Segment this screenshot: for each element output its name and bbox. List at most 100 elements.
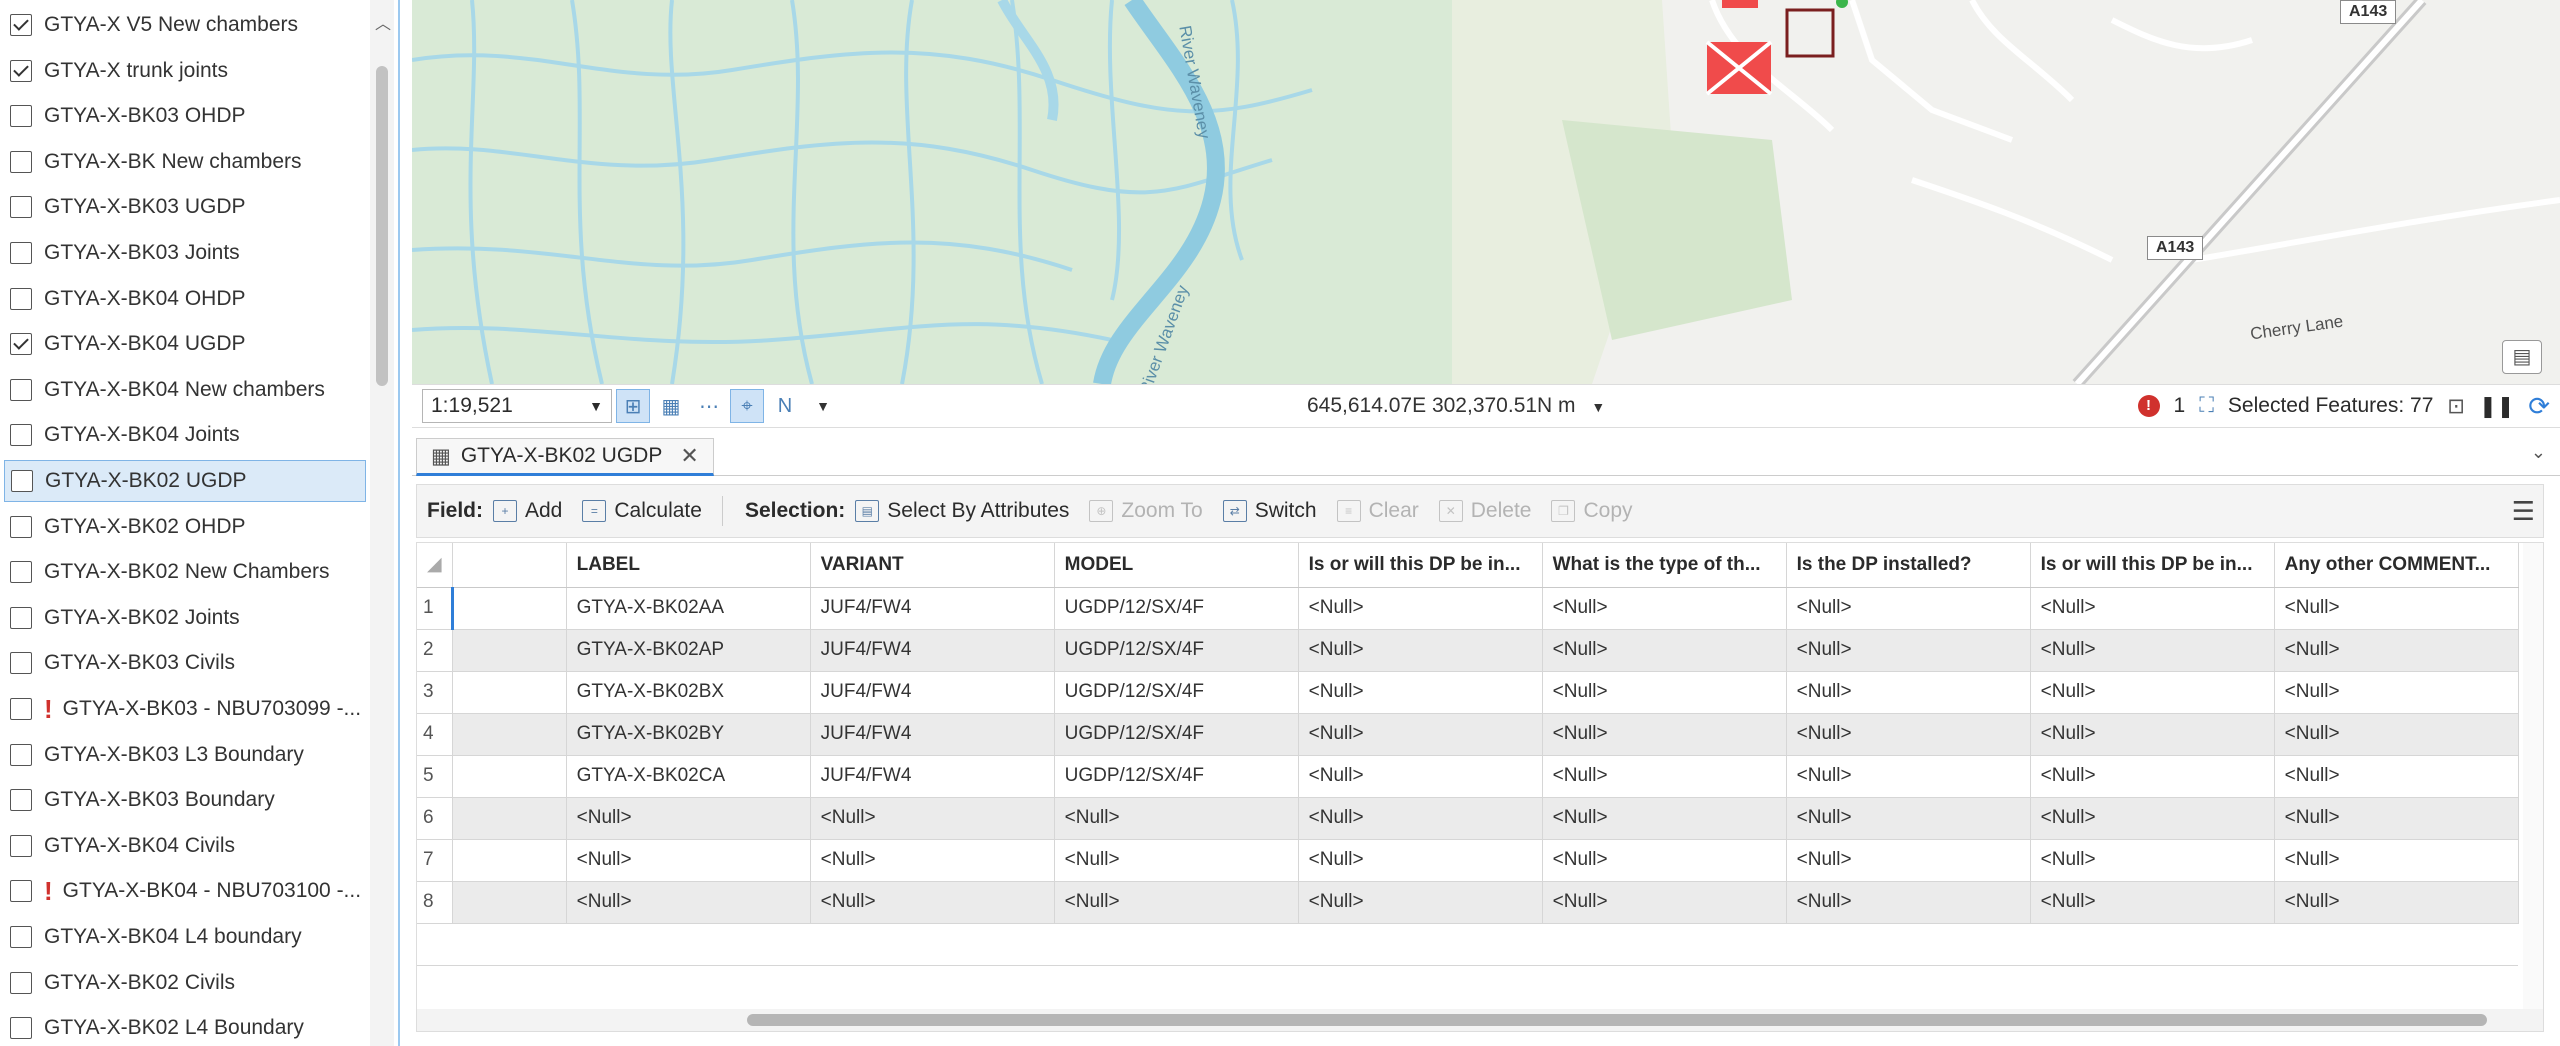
- table-cell[interactable]: <Null>: [1542, 713, 1787, 756]
- table-cell[interactable]: <Null>: [1298, 629, 1543, 672]
- table-cell[interactable]: <Null>: [1298, 587, 1543, 630]
- chevron-down-icon[interactable]: ⌄: [2531, 442, 2546, 463]
- layer-visibility-checkbox[interactable]: [10, 743, 32, 766]
- layer-visibility-checkbox[interactable]: [10, 242, 32, 264]
- table-cell[interactable]: JUF4/FW4: [810, 671, 1055, 714]
- table-cell[interactable]: <Null>: [1786, 797, 2031, 840]
- layer-item[interactable]: GTYA-X-BK04 L4 boundary: [4, 916, 366, 958]
- select-all-corner[interactable]: ◢: [417, 543, 453, 588]
- layer-visibility-checkbox[interactable]: [10, 105, 32, 128]
- zoom-to-button[interactable]: ⊕ Zoom To: [1089, 499, 1203, 523]
- column-header[interactable]: Is the DP installed?: [1786, 543, 2031, 588]
- layer-visibility-checkbox[interactable]: [10, 14, 32, 36]
- copy-button[interactable]: ❐ Copy: [1551, 499, 1633, 523]
- table-cell[interactable]: <Null>: [2030, 839, 2275, 882]
- layer-item[interactable]: GTYA-X-BK03 UGDP: [4, 186, 366, 228]
- table-cell[interactable]: <Null>: [1542, 839, 1787, 882]
- table-cell[interactable]: <Null>: [2030, 755, 2275, 798]
- refresh-icon[interactable]: ⟳: [2528, 391, 2550, 422]
- table-horizontal-scrollbar[interactable]: [417, 1009, 2543, 1031]
- table-cell[interactable]: <Null>: [1542, 629, 1787, 672]
- table-cell[interactable]: <Null>: [566, 839, 811, 882]
- layer-item[interactable]: GTYA-X-BK03 Joints: [4, 232, 366, 274]
- table-cell[interactable]: <Null>: [2274, 839, 2519, 882]
- layer-item[interactable]: GTYA-X-BK03 OHDP: [4, 95, 366, 137]
- layer-item[interactable]: GTYA-X-BK04 OHDP: [4, 278, 366, 320]
- layer-list-scrollbar[interactable]: ︿: [370, 0, 394, 1046]
- scroll-thumb[interactable]: [747, 1014, 2487, 1026]
- layer-visibility-checkbox[interactable]: [10, 59, 32, 82]
- layer-visibility-checkbox[interactable]: [10, 652, 32, 675]
- table-cell[interactable]: JUF4/FW4: [810, 755, 1055, 798]
- layer-item[interactable]: GTYA-X-BK03 L3 Boundary: [4, 734, 366, 776]
- table-row[interactable]: 1 GTYA-X-BK02AA JUF4/FW4 UGDP/12/SX/4F <Null…: [417, 587, 2519, 630]
- table-cell[interactable]: <Null>: [2274, 587, 2519, 630]
- table-cell[interactable]: <Null>: [1542, 797, 1787, 840]
- layer-visibility-checkbox[interactable]: [11, 470, 33, 492]
- table-cell[interactable]: GTYA-X-BK02AP: [566, 629, 811, 672]
- table-cell[interactable]: <Null>: [2274, 755, 2519, 798]
- chevron-down-icon[interactable]: ▼: [1591, 399, 1605, 415]
- table-cell[interactable]: <Null>: [810, 881, 1055, 924]
- tab-attribute-table[interactable]: ▦ GTYA-X-BK02 UGDP ✕: [416, 438, 714, 476]
- table-cell[interactable]: UGDP/12/SX/4F: [1054, 713, 1299, 756]
- table-cell[interactable]: <Null>: [1298, 797, 1543, 840]
- layer-item[interactable]: GTYA-X V5 New chambers: [4, 4, 366, 46]
- row-selector[interactable]: [452, 629, 567, 672]
- column-header[interactable]: MODEL: [1054, 543, 1299, 588]
- table-cell[interactable]: GTYA-X-BK02BX: [566, 671, 811, 714]
- table-cell[interactable]: <Null>: [2030, 671, 2275, 714]
- clear-selection-button[interactable]: ≡ Clear: [1336, 499, 1419, 523]
- layer-item[interactable]: ! GTYA-X-BK04 - NBU703100 -...: [4, 870, 366, 912]
- menu-icon[interactable]: ☰: [2512, 496, 2535, 527]
- table-row[interactable]: 5 GTYA-X-BK02CA JUF4/FW4 UGDP/12/SX/4F <Null…: [417, 755, 2519, 798]
- layer-visibility-checkbox[interactable]: [10, 561, 32, 584]
- layer-item[interactable]: GTYA-X-BK03 Boundary: [4, 779, 366, 821]
- layer-item[interactable]: GTYA-X-BK New chambers: [4, 141, 366, 183]
- table-cell[interactable]: <Null>: [1298, 755, 1543, 798]
- table-cell[interactable]: <Null>: [2030, 797, 2275, 840]
- table-cell[interactable]: <Null>: [2030, 587, 2275, 630]
- layer-item[interactable]: GTYA-X-BK02 New Chambers: [4, 551, 366, 593]
- clear-selection-icon[interactable]: ⊡: [2447, 394, 2465, 419]
- table-row[interactable]: 7 <Null> <Null> <Null> <Null> <Null> <Null> <Nu…: [417, 839, 2519, 882]
- grid-icon[interactable]: ▦: [654, 389, 688, 423]
- table-row[interactable]: 4 GTYA-X-BK02BY JUF4/FW4 UGDP/12/SX/4F <Null…: [417, 713, 2519, 756]
- table-cell[interactable]: JUF4/FW4: [810, 587, 1055, 630]
- column-header[interactable]: Is or will this DP be in...: [2030, 543, 2275, 588]
- table-cell[interactable]: <Null>: [1786, 629, 2031, 672]
- table-cell[interactable]: <Null>: [2030, 713, 2275, 756]
- pause-icon[interactable]: ❚❚: [2479, 394, 2514, 419]
- layer-visibility-checkbox[interactable]: [10, 424, 32, 447]
- layer-item[interactable]: GTYA-X-BK04 Civils: [4, 825, 366, 867]
- table-cell[interactable]: GTYA-X-BK02BY: [566, 713, 811, 756]
- layer-item[interactable]: GTYA-X-BK02 UGDP: [4, 460, 366, 502]
- table-vertical-scrollbar[interactable]: [2523, 543, 2543, 1031]
- switch-selection-button[interactable]: ⇄ Switch: [1222, 499, 1317, 523]
- layer-visibility-checkbox[interactable]: [10, 287, 32, 310]
- table-cell[interactable]: <Null>: [1786, 755, 2031, 798]
- table-cell[interactable]: <Null>: [2274, 629, 2519, 672]
- table-cell[interactable]: <Null>: [2030, 881, 2275, 924]
- layer-item[interactable]: GTYA-X-BK04 New chambers: [4, 369, 366, 411]
- table-cell[interactable]: UGDP/12/SX/4F: [1054, 587, 1299, 630]
- table-cell[interactable]: <Null>: [1786, 839, 2031, 882]
- table-row[interactable]: 3 GTYA-X-BK02BX JUF4/FW4 UGDP/12/SX/4F <Null…: [417, 671, 2519, 714]
- map-view[interactable]: A143 A143 Cherry Lane River Waveney Rive…: [412, 0, 2560, 384]
- constraints-icon[interactable]: ⋯: [692, 389, 726, 423]
- layer-visibility-checkbox[interactable]: [10, 196, 32, 219]
- table-cell[interactable]: <Null>: [1054, 797, 1299, 840]
- layer-visibility-checkbox[interactable]: [10, 150, 32, 173]
- table-cell[interactable]: UGDP/12/SX/4F: [1054, 671, 1299, 714]
- layer-visibility-checkbox[interactable]: [10, 378, 32, 401]
- table-row[interactable]: 6 <Null> <Null> <Null> <Null> <Null> <Null> <Nu…: [417, 797, 2519, 840]
- layer-item[interactable]: GTYA-X-BK02 L4 Boundary: [4, 1007, 366, 1046]
- table-cell[interactable]: JUF4/FW4: [810, 629, 1055, 672]
- table-cell[interactable]: <Null>: [1298, 713, 1543, 756]
- error-icon[interactable]: !: [2137, 395, 2160, 417]
- scale-dropdown[interactable]: 1:19,521 ▼: [422, 389, 612, 423]
- table-cell[interactable]: GTYA-X-BK02CA: [566, 755, 811, 798]
- table-cell[interactable]: <Null>: [1054, 881, 1299, 924]
- table-cell[interactable]: <Null>: [1054, 839, 1299, 882]
- delete-button[interactable]: ✕ Delete: [1438, 499, 1531, 523]
